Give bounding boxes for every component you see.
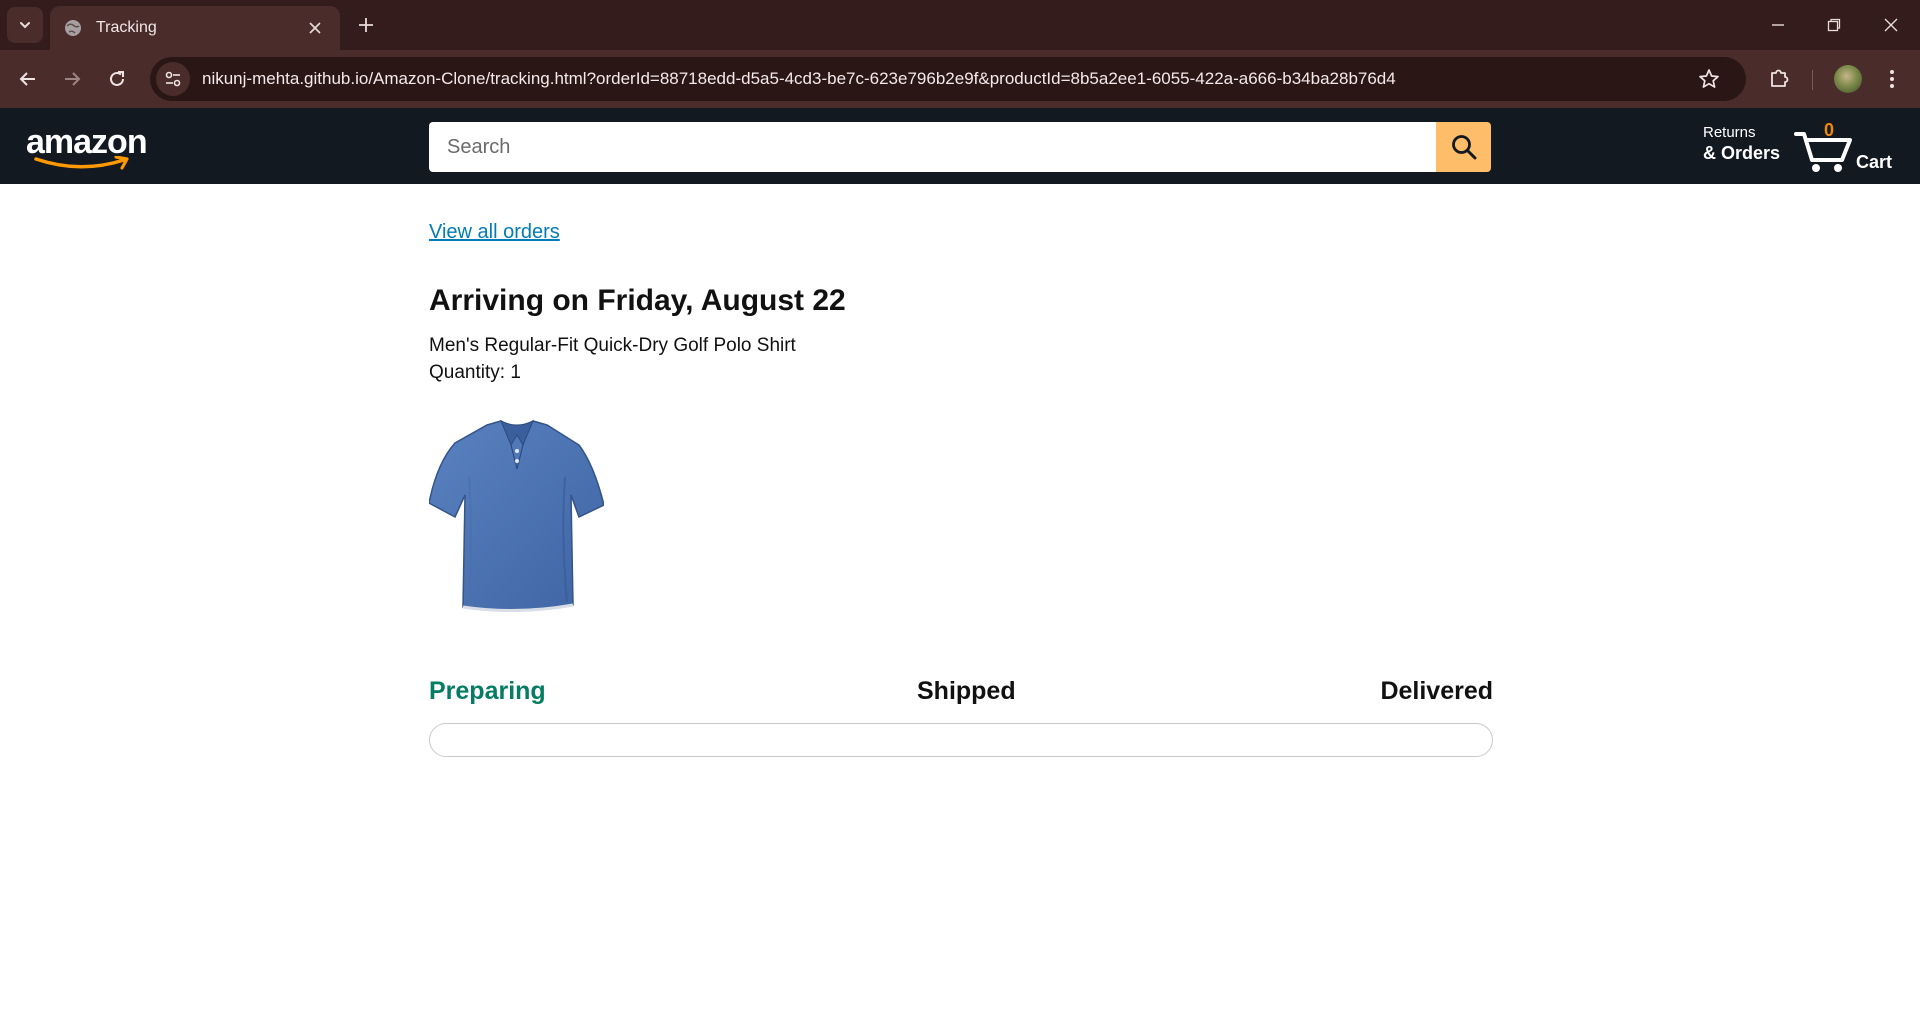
browser-toolbar: nikunj-mehta.github.io/Amazon-Clone/trac… bbox=[0, 50, 1920, 108]
tab-search-button[interactable] bbox=[7, 7, 43, 43]
close-window-button[interactable] bbox=[1877, 12, 1905, 38]
address-bar[interactable]: nikunj-mehta.github.io/Amazon-Clone/trac… bbox=[150, 57, 1746, 101]
url-text: nikunj-mehta.github.io/Amazon-Clone/trac… bbox=[202, 69, 1396, 88]
polo-shirt-icon bbox=[428, 419, 605, 613]
stage-shipped: Shipped bbox=[917, 677, 1016, 705]
minimize-button[interactable] bbox=[1764, 12, 1792, 38]
product-name: Men's Regular-Fit Quick-Dry Golf Polo Sh… bbox=[429, 335, 796, 356]
search-button[interactable] bbox=[1436, 122, 1491, 172]
kebab-menu-icon bbox=[1890, 70, 1894, 88]
stage-preparing: Preparing bbox=[429, 677, 546, 705]
plus-icon bbox=[359, 18, 373, 32]
forward-icon bbox=[65, 72, 81, 86]
extensions-icon bbox=[1771, 69, 1789, 87]
returns-orders-link[interactable]: Returns & Orders bbox=[1703, 124, 1780, 164]
browser-menu-button[interactable] bbox=[1880, 65, 1904, 93]
globe-icon bbox=[64, 19, 82, 37]
restore-icon bbox=[1827, 18, 1841, 32]
toolbar-separator bbox=[1812, 70, 1813, 90]
tab-title: Tracking bbox=[96, 19, 157, 36]
progress-stages: Preparing Shipped Delivered bbox=[429, 677, 1493, 709]
search-icon bbox=[1451, 135, 1476, 160]
site-header: amazon Returns & Orders 0 Cart bbox=[0, 108, 1920, 184]
profile-avatar[interactable] bbox=[1834, 65, 1862, 93]
browser-tab[interactable]: Tracking bbox=[50, 6, 340, 50]
chevron-down-icon bbox=[20, 22, 30, 29]
minimize-icon bbox=[1772, 24, 1784, 26]
browser-tabbar: Tracking bbox=[0, 0, 1920, 50]
stage-delivered: Delivered bbox=[1380, 677, 1493, 705]
close-icon bbox=[309, 22, 321, 34]
site-info-button[interactable] bbox=[156, 62, 190, 96]
orders-label: & Orders bbox=[1703, 143, 1781, 163]
progress-bar bbox=[429, 723, 1493, 757]
bookmark-button[interactable] bbox=[1698, 68, 1720, 90]
cart-icon bbox=[1794, 132, 1852, 172]
forward-button[interactable] bbox=[58, 65, 86, 93]
site-info-icon bbox=[165, 71, 181, 87]
logo-text: amazon bbox=[26, 123, 148, 161]
product-image bbox=[428, 417, 605, 613]
star-icon bbox=[1699, 69, 1719, 88]
back-button[interactable] bbox=[14, 65, 42, 93]
product-quantity: Quantity: 1 bbox=[429, 362, 521, 383]
search-bar bbox=[429, 122, 1491, 172]
close-icon bbox=[1884, 18, 1898, 32]
search-input[interactable] bbox=[429, 122, 1436, 172]
restore-button[interactable] bbox=[1820, 12, 1848, 38]
cart-label: Cart bbox=[1856, 152, 1893, 172]
cart-link[interactable]: 0 Cart bbox=[1794, 118, 1904, 174]
new-tab-button[interactable] bbox=[352, 11, 380, 39]
back-icon bbox=[19, 72, 35, 86]
extensions-button[interactable] bbox=[1768, 65, 1796, 93]
reload-icon bbox=[110, 71, 124, 86]
view-all-orders-link[interactable]: View all orders bbox=[429, 221, 560, 244]
tab-close-button[interactable] bbox=[304, 17, 326, 39]
returns-label: Returns bbox=[1703, 124, 1756, 141]
reload-button[interactable] bbox=[103, 65, 131, 93]
delivery-date-heading: Arriving on Friday, August 22 bbox=[429, 284, 846, 317]
amazon-logo[interactable]: amazon bbox=[26, 124, 156, 170]
smile-arrow-icon bbox=[34, 156, 129, 170]
